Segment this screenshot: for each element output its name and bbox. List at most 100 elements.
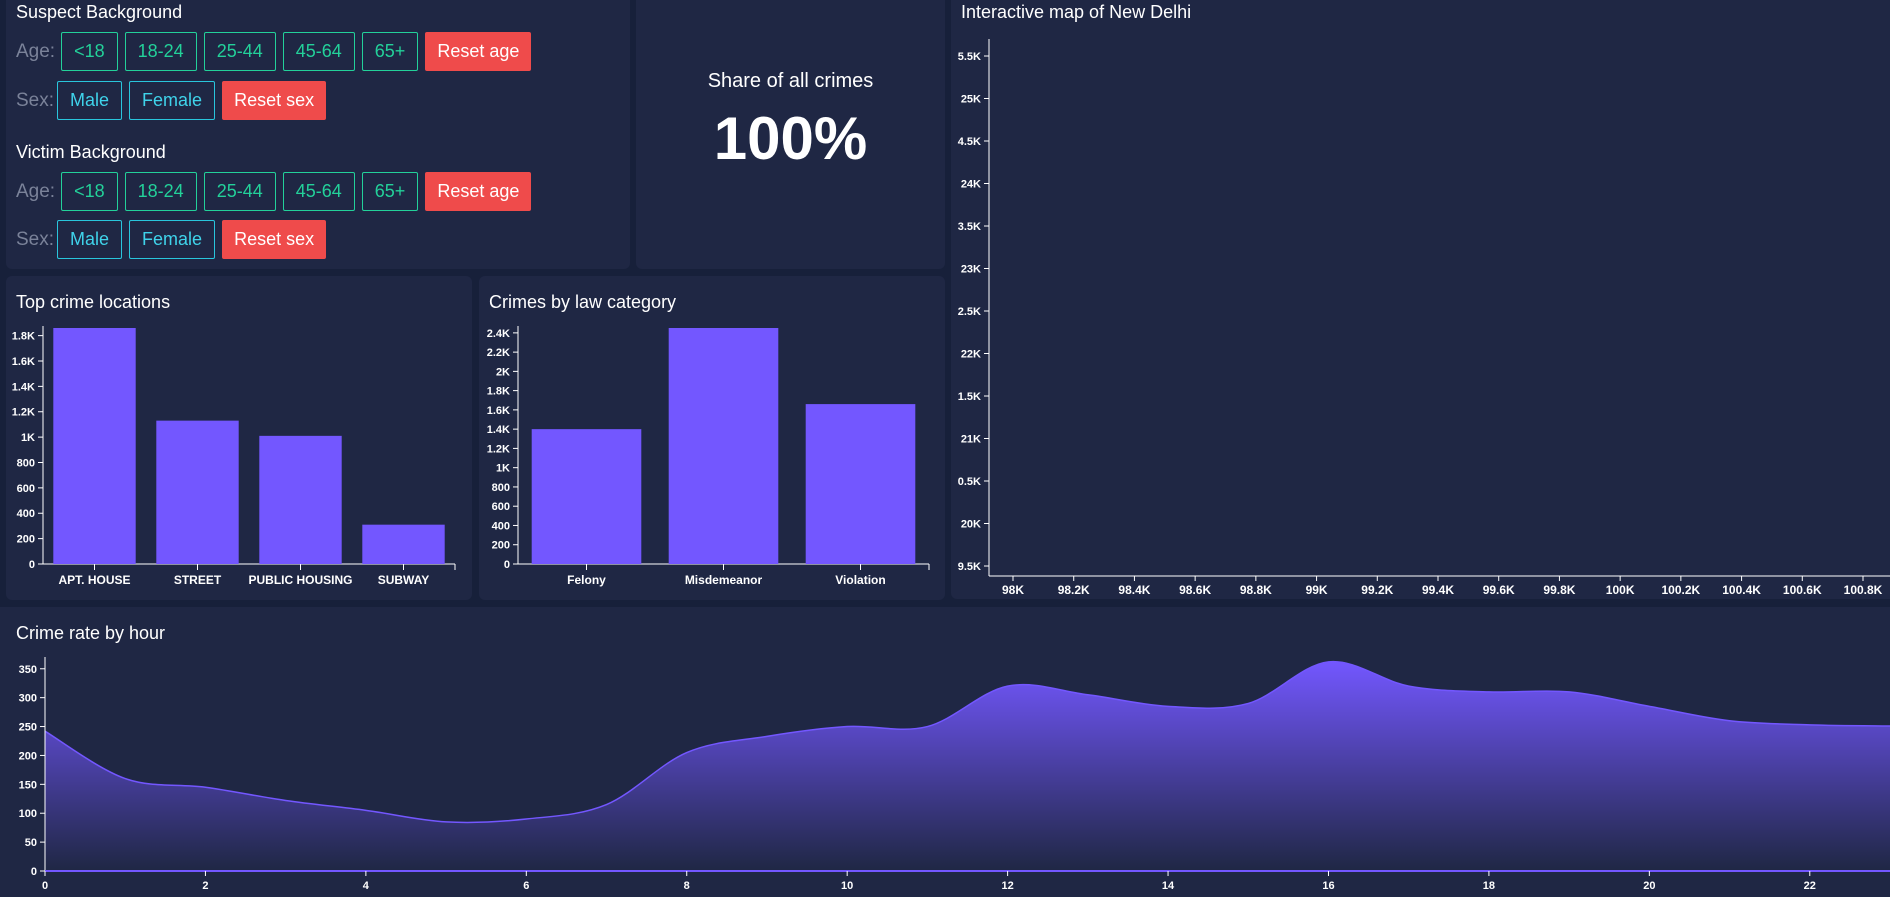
locations-panel: Top crime locations 0 200 400 600 800 1K 1.2K 1… xyxy=(6,276,472,600)
suspect-age-45-64-button[interactable]: 45-64 xyxy=(282,32,355,71)
victim-reset-age-button[interactable]: Reset age xyxy=(425,172,532,211)
hourly-x-tick-label: 8 xyxy=(684,880,690,892)
y-tick-label: 2.2K xyxy=(487,347,510,359)
map-x-tick-label: 100.6K xyxy=(1783,583,1822,597)
y-tick-label: 200 xyxy=(492,540,510,552)
share-value: 100% xyxy=(713,105,868,172)
x-tick-label: Misdemeanor xyxy=(685,573,763,587)
y-tick-label: 200 xyxy=(17,534,35,546)
law-chart: 0 200 400 600 800 1K 1.2K 1.4K 1.6K 1.8K 2K 2.2K 2.4… xyxy=(487,326,930,587)
suspect-sex-label: Sex: xyxy=(16,89,55,111)
map-panel: Interactive map of New Delhi 5.5K 25K 4.5K… xyxy=(951,0,1890,599)
hourly-area xyxy=(45,661,1890,871)
map-x-tick-label: 98.2K xyxy=(1058,583,1090,597)
y-tick-label: 0 xyxy=(29,559,35,571)
y-tick-label: 0 xyxy=(504,559,510,571)
victim-age-25-44-button[interactable]: 25-44 xyxy=(203,172,276,211)
map-y-tick-label: 22K xyxy=(961,349,981,361)
map-y-tick-label: 5.5K xyxy=(958,51,981,63)
hourly-x-tick-label: 18 xyxy=(1483,880,1495,892)
hourly-x-tick-label: 6 xyxy=(523,880,529,892)
map-y-tick-label: 21K xyxy=(961,434,981,446)
map-x-tick-label: 100K xyxy=(1606,583,1635,597)
hourly-y-tick-label: 0 xyxy=(31,866,37,878)
victim-age-45-64-button[interactable]: 45-64 xyxy=(282,172,355,211)
map-x-tick-label: 98.6K xyxy=(1179,583,1211,597)
suspect-age-25-44-button[interactable]: 25-44 xyxy=(203,32,276,71)
bar xyxy=(362,524,445,564)
map-y-tick-label: 1.5K xyxy=(958,391,981,403)
victim-sex-label: Sex: xyxy=(16,228,55,250)
map-x-tick-label: 98K xyxy=(1002,583,1024,597)
y-tick-label: 1.2K xyxy=(12,407,35,419)
suspect-age-under18-button[interactable]: <18 xyxy=(61,32,118,71)
y-tick-label: 1.2K xyxy=(487,443,510,455)
victim-age-65plus-button[interactable]: 65+ xyxy=(361,172,419,211)
map-y-tick-label: 9.5K xyxy=(958,561,981,573)
map-y-tick-label: 24K xyxy=(961,179,981,191)
bar xyxy=(53,328,136,564)
map-x-tick-label: 99.6K xyxy=(1483,583,1515,597)
suspect-reset-sex-button[interactable]: Reset sex xyxy=(222,81,327,120)
victim-age-label: Age: xyxy=(16,180,56,202)
hourly-x-tick-label: 2 xyxy=(202,880,208,892)
hourly-x-tick-label: 0 xyxy=(42,880,48,892)
hourly-y-tick-label: 50 xyxy=(25,837,37,849)
y-tick-label: 800 xyxy=(17,457,35,469)
x-tick-label: Felony xyxy=(567,573,606,587)
filter-panel: Suspect Background Age: <18 18-24 25-44 … xyxy=(6,0,630,269)
suspect-sex-female-button[interactable]: Female xyxy=(129,81,216,120)
hourly-panel: Crime rate by hour 0 50 100 150 200 250 300 350… xyxy=(0,607,1890,897)
suspect-age-18-24-button[interactable]: 18-24 xyxy=(124,32,197,71)
y-tick-label: 400 xyxy=(17,508,35,520)
y-tick-label: 400 xyxy=(492,520,510,532)
y-tick-label: 1.8K xyxy=(12,331,35,343)
hourly-x-tick-label: 12 xyxy=(1001,880,1013,892)
map-y-tick-label: 2.5K xyxy=(958,306,981,318)
x-tick-label: Violation xyxy=(835,573,885,587)
bar xyxy=(668,328,779,564)
x-tick-label: PUBLIC HOUSING xyxy=(248,573,352,587)
y-tick-label: 600 xyxy=(17,483,35,495)
hourly-y-tick-label: 200 xyxy=(19,750,37,762)
y-tick-label: 2K xyxy=(496,366,510,378)
victim-reset-sex-button[interactable]: Reset sex xyxy=(222,220,327,259)
share-panel: Share of all crimes 100% xyxy=(636,0,945,269)
x-tick-label: SUBWAY xyxy=(378,573,430,587)
hourly-chart: 0 50 100 150 200 250 300 350 0 2 4 6 8 10 12 14 16 18 20 22 xyxy=(19,657,1890,892)
suspect-age-65plus-button[interactable]: 65+ xyxy=(361,32,419,71)
suspect-sex-male-button[interactable]: Male xyxy=(57,81,123,120)
hourly-y-tick-label: 300 xyxy=(19,693,37,705)
hourly-y-tick-label: 100 xyxy=(19,808,37,820)
bar xyxy=(531,429,642,564)
hourly-x-tick-label: 22 xyxy=(1804,880,1816,892)
victim-age-18-24-button[interactable]: 18-24 xyxy=(124,172,197,211)
hourly-x-tick-label: 16 xyxy=(1322,880,1334,892)
map-y-tick-label: 3.5K xyxy=(958,221,981,233)
bar xyxy=(259,435,342,564)
bar xyxy=(805,404,916,564)
hourly-x-tick-label: 14 xyxy=(1162,880,1175,892)
map-x-tick-label: 99K xyxy=(1306,583,1328,597)
victim-age-under18-button[interactable]: <18 xyxy=(61,172,118,211)
victim-age-row: Age: <18 18-24 25-44 45-64 65+ Reset age xyxy=(16,172,538,211)
victim-sex-female-button[interactable]: Female xyxy=(129,220,216,259)
suspect-age-row: Age: <18 18-24 25-44 45-64 65+ Reset age xyxy=(16,32,538,71)
victim-sex-male-button[interactable]: Male xyxy=(57,220,123,259)
y-tick-label: 1.4K xyxy=(487,424,510,436)
bar xyxy=(156,420,239,564)
y-tick-label: 2.4K xyxy=(487,328,510,340)
locations-chart: 0 200 400 600 800 1K 1.2K 1.4K 1.6K 1.8K APT. HOUS… xyxy=(12,326,456,587)
hourly-x-tick-label: 20 xyxy=(1643,880,1655,892)
map-y-tick-label: 25K xyxy=(961,94,981,106)
suspect-reset-age-button[interactable]: Reset age xyxy=(425,32,532,71)
hourly-x-tick-label: 10 xyxy=(841,880,853,892)
map-x-tick-label: 99.2K xyxy=(1361,583,1393,597)
y-tick-label: 1K xyxy=(21,432,35,444)
victim-background-title: Victim Background xyxy=(16,142,166,162)
map-x-tick-label: 100.2K xyxy=(1662,583,1701,597)
victim-sex-row: Sex: Male Female Reset sex xyxy=(16,220,333,259)
map-chart[interactable]: 5.5K 25K 4.5K 24K 3.5K 23K 2.5K 22K 1.5K 21K 0.5K 2… xyxy=(951,0,1890,599)
y-tick-label: 1.8K xyxy=(487,386,510,398)
map-x-tick-label: 98.8K xyxy=(1240,583,1272,597)
